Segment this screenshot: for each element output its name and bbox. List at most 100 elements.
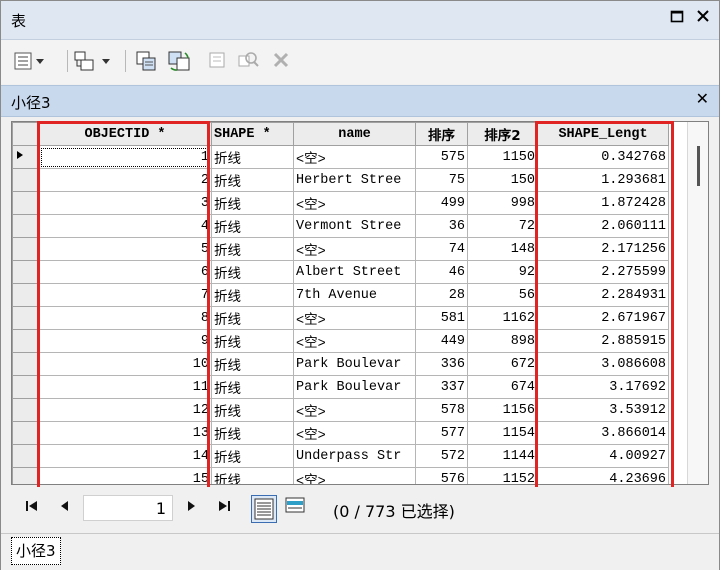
- row-selector[interactable]: [12, 145, 39, 169]
- cell-sort[interactable]: 28: [415, 283, 468, 307]
- cell-objectid[interactable]: 7: [38, 283, 212, 307]
- cell-sort[interactable]: 74: [415, 237, 468, 261]
- cell-sort[interactable]: 572: [415, 444, 468, 468]
- cell-name[interactable]: Underpass Str: [293, 444, 416, 468]
- table-row[interactable]: 14 折线 Underpass Str 572 1144 4.00927: [12, 444, 669, 468]
- table-row[interactable]: 13 折线 <空> 577 1154 3.866014: [12, 421, 669, 445]
- column-header-name[interactable]: name: [293, 122, 416, 146]
- close-icon[interactable]: [695, 9, 711, 27]
- cell-objectid[interactable]: 8: [38, 306, 212, 330]
- cell-objectid[interactable]: 4: [38, 214, 212, 238]
- cell-sort2[interactable]: 998: [467, 191, 538, 215]
- related-tables-icon[interactable]: [73, 50, 110, 72]
- last-record-icon[interactable]: [217, 499, 231, 517]
- table-row[interactable]: 5 折线 <空> 74 148 2.171256: [12, 237, 669, 261]
- first-record-icon[interactable]: [25, 499, 39, 517]
- cell-name[interactable]: Albert Street: [293, 260, 416, 284]
- column-header-sort[interactable]: 排序: [415, 122, 468, 146]
- cell-sort[interactable]: 577: [415, 421, 468, 445]
- cell-sort[interactable]: 575: [415, 145, 468, 169]
- zoom-to-selected-icon[interactable]: [237, 50, 259, 72]
- row-selector[interactable]: [12, 260, 39, 284]
- cell-shape-length[interactable]: 2.885915: [537, 329, 669, 353]
- cell-sort[interactable]: 46: [415, 260, 468, 284]
- column-header-objectid[interactable]: OBJECTID *: [38, 122, 212, 146]
- cell-name[interactable]: <空>: [293, 329, 416, 353]
- cell-name[interactable]: <空>: [293, 398, 416, 422]
- table-row[interactable]: 8 折线 <空> 581 1162 2.671967: [12, 306, 669, 330]
- cell-name[interactable]: <空>: [293, 421, 416, 445]
- cell-shape[interactable]: 折线: [211, 168, 294, 192]
- cell-shape-length[interactable]: 2.171256: [537, 237, 669, 261]
- cell-name[interactable]: <空>: [293, 306, 416, 330]
- column-header-shape-length[interactable]: SHAPE_Lengt: [537, 122, 669, 146]
- cell-shape-length[interactable]: 0.342768: [537, 145, 669, 169]
- cell-sort2[interactable]: 898: [467, 329, 538, 353]
- cell-sort2[interactable]: 674: [467, 375, 538, 399]
- row-selector[interactable]: [12, 375, 39, 399]
- cell-sort2[interactable]: 1152: [467, 467, 538, 484]
- table-row[interactable]: 6 折线 Albert Street 46 92 2.275599: [12, 260, 669, 284]
- cell-sort[interactable]: 499: [415, 191, 468, 215]
- table-options-icon[interactable]: [13, 50, 44, 72]
- cell-shape-length[interactable]: 3.53912: [537, 398, 669, 422]
- row-selector[interactable]: [12, 168, 39, 192]
- cell-shape[interactable]: 折线: [211, 283, 294, 307]
- cell-shape-length[interactable]: 3.086608: [537, 352, 669, 376]
- row-selector[interactable]: [12, 444, 39, 468]
- cell-sort2[interactable]: 672: [467, 352, 538, 376]
- cell-sort2[interactable]: 1162: [467, 306, 538, 330]
- next-record-icon[interactable]: [185, 499, 197, 517]
- table-row[interactable]: 11 折线 Park Boulevar 337 674 3.17692: [12, 375, 669, 399]
- cell-shape-length[interactable]: 1.872428: [537, 191, 669, 215]
- cell-shape[interactable]: 折线: [211, 145, 294, 169]
- cell-sort[interactable]: 75: [415, 168, 468, 192]
- previous-record-icon[interactable]: [59, 499, 71, 517]
- row-selector[interactable]: [12, 467, 39, 484]
- cell-shape[interactable]: 折线: [211, 260, 294, 284]
- cell-objectid[interactable]: 10: [38, 352, 212, 376]
- show-selected-records-icon[interactable]: [283, 495, 309, 523]
- row-selector[interactable]: [12, 398, 39, 422]
- cell-shape-length[interactable]: 4.23696: [537, 467, 669, 484]
- cell-shape-length[interactable]: 1.293681: [537, 168, 669, 192]
- cell-shape[interactable]: 折线: [211, 237, 294, 261]
- cell-objectid[interactable]: 2: [38, 168, 212, 192]
- cell-name[interactable]: Park Boulevar: [293, 352, 416, 376]
- show-all-records-icon[interactable]: [251, 495, 277, 523]
- cell-sort2[interactable]: 92: [467, 260, 538, 284]
- cell-objectid[interactable]: 5: [38, 237, 212, 261]
- close-layer-icon[interactable]: ✕: [696, 89, 709, 108]
- column-header-sort2[interactable]: 排序2: [467, 122, 538, 146]
- cell-objectid[interactable]: 9: [38, 329, 212, 353]
- cell-shape[interactable]: 折线: [211, 329, 294, 353]
- cell-shape[interactable]: 折线: [211, 467, 294, 484]
- cell-shape-length[interactable]: 2.275599: [537, 260, 669, 284]
- cell-objectid[interactable]: 1: [38, 145, 212, 169]
- cell-sort2[interactable]: 1156: [467, 398, 538, 422]
- cell-shape-length[interactable]: 3.17692: [537, 375, 669, 399]
- cell-name[interactable]: <空>: [293, 467, 416, 484]
- clear-selection-icon[interactable]: [207, 50, 229, 72]
- cell-shape-length[interactable]: 2.671967: [537, 306, 669, 330]
- table-row[interactable]: 9 折线 <空> 449 898 2.885915: [12, 329, 669, 353]
- cell-sort[interactable]: 581: [415, 306, 468, 330]
- cell-shape-length[interactable]: 2.060111: [537, 214, 669, 238]
- cell-shape-length[interactable]: 3.866014: [537, 421, 669, 445]
- vertical-scrollbar[interactable]: [687, 122, 708, 484]
- cell-shape-length[interactable]: 4.00927: [537, 444, 669, 468]
- cell-sort[interactable]: 449: [415, 329, 468, 353]
- cell-objectid[interactable]: 15: [38, 467, 212, 484]
- row-selector[interactable]: [12, 191, 39, 215]
- cell-name[interactable]: <空>: [293, 237, 416, 261]
- cell-name[interactable]: Park Boulevar: [293, 375, 416, 399]
- cell-objectid[interactable]: 6: [38, 260, 212, 284]
- table-row[interactable]: 12 折线 <空> 578 1156 3.53912: [12, 398, 669, 422]
- cell-sort2[interactable]: 148: [467, 237, 538, 261]
- row-selector[interactable]: [12, 352, 39, 376]
- row-selector-header[interactable]: [12, 122, 39, 146]
- row-selector[interactable]: [12, 421, 39, 445]
- cell-name[interactable]: Vermont Stree: [293, 214, 416, 238]
- cell-objectid[interactable]: 14: [38, 444, 212, 468]
- delete-selected-icon[interactable]: [271, 50, 293, 72]
